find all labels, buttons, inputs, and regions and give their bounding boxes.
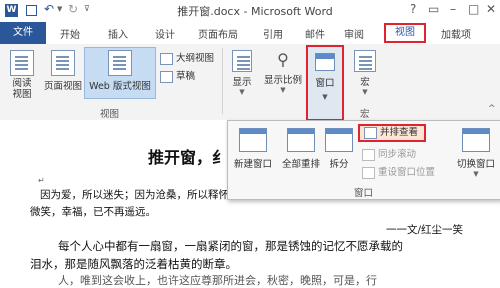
tab-file[interactable]: 文件 <box>0 22 46 44</box>
switch-window-dropdown-icon: ▼ <box>473 170 479 178</box>
doc-para-1: 每个人心中都有一扇窗，一扇紧闭的窗，那是锈蚀的记忆不愿承载的 <box>58 239 403 253</box>
print-layout-button[interactable]: 页面视图 <box>40 50 86 92</box>
word-app-icon[interactable]: W <box>5 4 18 17</box>
read-mode-label: 阅读视图 <box>12 78 32 100</box>
side-by-side-icon <box>364 126 377 139</box>
tab-references[interactable]: 引用 <box>263 26 283 41</box>
outline-view-button[interactable]: 大纲视图 <box>160 50 214 65</box>
web-layout-label: Web 版式视图 <box>89 81 151 92</box>
window-icon <box>315 53 335 71</box>
tab-page-layout[interactable]: 页面布局 <box>198 26 238 41</box>
new-window-icon <box>239 128 267 152</box>
switch-window-label: 切换窗口 <box>456 159 495 170</box>
split-label: 拆分 <box>329 159 349 170</box>
web-layout-button[interactable]: Web 版式视图 <box>85 50 155 92</box>
read-mode-icon <box>10 50 34 76</box>
window-dropdown-icon: ▼ <box>322 93 328 101</box>
redo-icon[interactable]: ↻ <box>68 2 78 16</box>
outline-icon <box>160 52 173 65</box>
tab-design[interactable]: 设计 <box>155 26 175 41</box>
show-dropdown-icon: ▼ <box>239 88 245 96</box>
web-layout-icon <box>108 50 132 76</box>
tab-addins[interactable]: 加载项 <box>441 26 471 41</box>
tab-mailings[interactable]: 邮件 <box>305 26 325 41</box>
arrange-all-icon <box>287 128 315 152</box>
new-window-button[interactable]: 新建窗口 <box>230 128 276 170</box>
macro-dropdown-icon: ▼ <box>362 88 368 96</box>
window-title: 推开窗.docx - Microsoft Word <box>177 5 333 18</box>
ribbon-collapse-icon[interactable]: ^ <box>488 104 496 114</box>
side-by-side-label: 并排查看 <box>380 127 419 138</box>
draft-label: 草稿 <box>176 71 196 82</box>
doc-author: 一一文/红尘一笑 <box>386 224 464 236</box>
tab-review[interactable]: 审阅 <box>344 26 364 41</box>
arrange-all-label: 全部重排 <box>281 159 320 170</box>
split-icon <box>325 128 353 152</box>
macro-icon <box>354 50 376 72</box>
zoom-magnifier-icon: ⚲ <box>277 50 289 69</box>
zoom-label: 显示比例 <box>263 75 302 86</box>
doc-para-3: 人，唯到这会收上，也许这应尊那所进会，秋密，晚照，可是，行 <box>58 274 377 287</box>
switch-window-icon <box>462 128 490 152</box>
doc-para-2: 泪水，那是随风飘落的泛着枯黄的断章。 <box>30 257 237 271</box>
customize-qat-icon[interactable]: ⊽ <box>84 4 90 13</box>
maximize-icon[interactable]: □ <box>468 2 479 16</box>
save-icon[interactable] <box>26 5 37 16</box>
new-window-label: 新建窗口 <box>233 159 272 170</box>
tab-insert[interactable]: 插入 <box>108 26 128 41</box>
macro-group-label: 宏 <box>360 109 370 120</box>
sync-scroll-label: 同步滚动 <box>378 149 417 160</box>
zoom-dropdown-icon: ▼ <box>280 86 286 94</box>
macro-label: 宏 <box>360 77 370 88</box>
minimize-icon[interactable]: – <box>450 2 456 16</box>
zoom-button[interactable]: ⚲ 显示比例 ▼ <box>260 50 306 94</box>
undo-icon[interactable]: ↶ <box>44 2 54 16</box>
close-icon[interactable]: ✕ <box>486 2 496 16</box>
show-button[interactable]: 显示 ▼ <box>228 50 256 96</box>
print-layout-icon <box>51 50 75 76</box>
read-mode-button[interactable]: 阅读视图 <box>6 50 38 100</box>
macro-button[interactable]: 宏 ▼ <box>350 50 380 96</box>
split-button[interactable]: 拆分 <box>324 128 354 170</box>
help-icon[interactable]: ? <box>410 2 416 16</box>
doc-title: 推开窗，纟 <box>148 148 229 167</box>
view-group-label: 视图 <box>100 109 120 120</box>
side-by-side-button[interactable]: 并排查看 <box>358 124 426 142</box>
window-group-label: 窗口 <box>354 188 374 199</box>
outline-label: 大纲视图 <box>176 53 215 64</box>
undo-dropdown-icon[interactable]: ▼ <box>57 5 62 13</box>
print-layout-label: 页面视图 <box>43 81 82 92</box>
show-icon <box>232 50 252 72</box>
window-button-label: 窗口 <box>315 78 335 89</box>
tab-view[interactable]: 视图 <box>384 23 426 43</box>
sync-scroll-button: 同步滚动 <box>362 146 416 161</box>
ribbon-display-icon[interactable]: ▭ <box>428 2 439 16</box>
switch-window-button[interactable]: 切换窗口 ▼ <box>454 128 498 178</box>
show-label: 显示 <box>232 77 252 88</box>
draft-view-button[interactable]: 草稿 <box>160 68 195 83</box>
reset-position-icon <box>362 166 375 179</box>
window-button[interactable]: 窗口 ▼ <box>306 45 344 121</box>
sync-scroll-icon <box>362 148 375 161</box>
draft-icon <box>160 70 173 83</box>
group-separator <box>222 48 223 114</box>
return-mark: ↵ <box>38 176 45 185</box>
reset-position-label: 重设窗口位置 <box>378 167 436 178</box>
doc-line-2: 微笑，幸福，已不再遥远。 <box>30 206 156 218</box>
reset-position-button: 重设窗口位置 <box>362 164 435 179</box>
tab-home[interactable]: 开始 <box>60 26 80 41</box>
arrange-all-button[interactable]: 全部重排 <box>278 128 324 170</box>
